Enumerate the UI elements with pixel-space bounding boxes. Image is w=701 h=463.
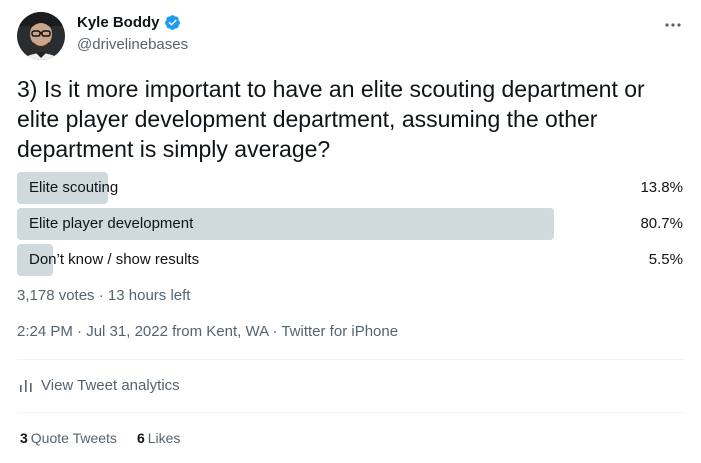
quote-label: Quote Tweets [30,430,117,446]
separator: · [77,323,83,340]
like-label: Likes [147,430,181,446]
likes-link[interactable]: 6 Likes [137,430,180,446]
avatar[interactable] [17,12,65,60]
separator: · [98,287,104,304]
poll-option-percent: 13.8% [640,179,683,196]
poll-option-percent: 5.5% [648,251,683,268]
author-name-row[interactable]: Kyle Boddy [77,14,181,31]
bar-chart-icon [17,376,35,394]
poll-votes: 3,178 votes [17,287,95,304]
poll-option: Elite player development 80.7% [17,208,684,240]
divider [17,412,684,413]
tweet-location[interactable]: from Kent, WA [172,323,268,340]
tweet-card: Kyle Boddy @drivelinebases 3) Is it more… [0,0,701,463]
separator: · [272,323,278,340]
tweet-text: 3) Is it more important to have an elite… [17,76,645,162]
more-options-icon[interactable] [662,16,684,34]
poll-option-label: Elite scouting [29,179,119,196]
poll-option-label: Elite player development [29,215,194,232]
poll-time-left: 13 hours left [107,287,191,304]
avatar-photo [17,12,65,60]
display-name[interactable]: Kyle Boddy [77,14,160,31]
poll-option-label: Don’t know / show results [29,251,200,268]
view-analytics-label: View Tweet analytics [41,376,180,394]
quote-count: 3 [20,430,28,446]
author-handle[interactable]: @drivelinebases [77,36,188,53]
poll-option-percent: 80.7% [640,215,683,232]
tweet-time[interactable]: 2:24 PM [17,323,73,340]
poll-option: Elite scouting 13.8% [17,172,684,204]
tweet-date[interactable]: Jul 31, 2022 [86,323,168,340]
poll-option: Don’t know / show results 5.5% [17,244,684,276]
view-analytics-link[interactable]: View Tweet analytics [17,376,180,394]
like-count: 6 [136,430,145,446]
verified-badge-icon [164,14,181,31]
poll-meta: 3,178 votes · 13 hours left [17,287,190,304]
poll: Elite scouting 13.8% Elite player develo… [17,172,684,280]
tweet-timestamp: 2:24 PM · Jul 31, 2022 from Kent, WA · T… [17,323,398,340]
tweet-source[interactable]: Twitter for iPhone [281,323,398,340]
divider [17,359,684,360]
quote-tweets-link[interactable]: 3 Quote Tweets [20,430,117,446]
engagement-stats: 3 Quote Tweets 6 Likes [20,430,180,446]
